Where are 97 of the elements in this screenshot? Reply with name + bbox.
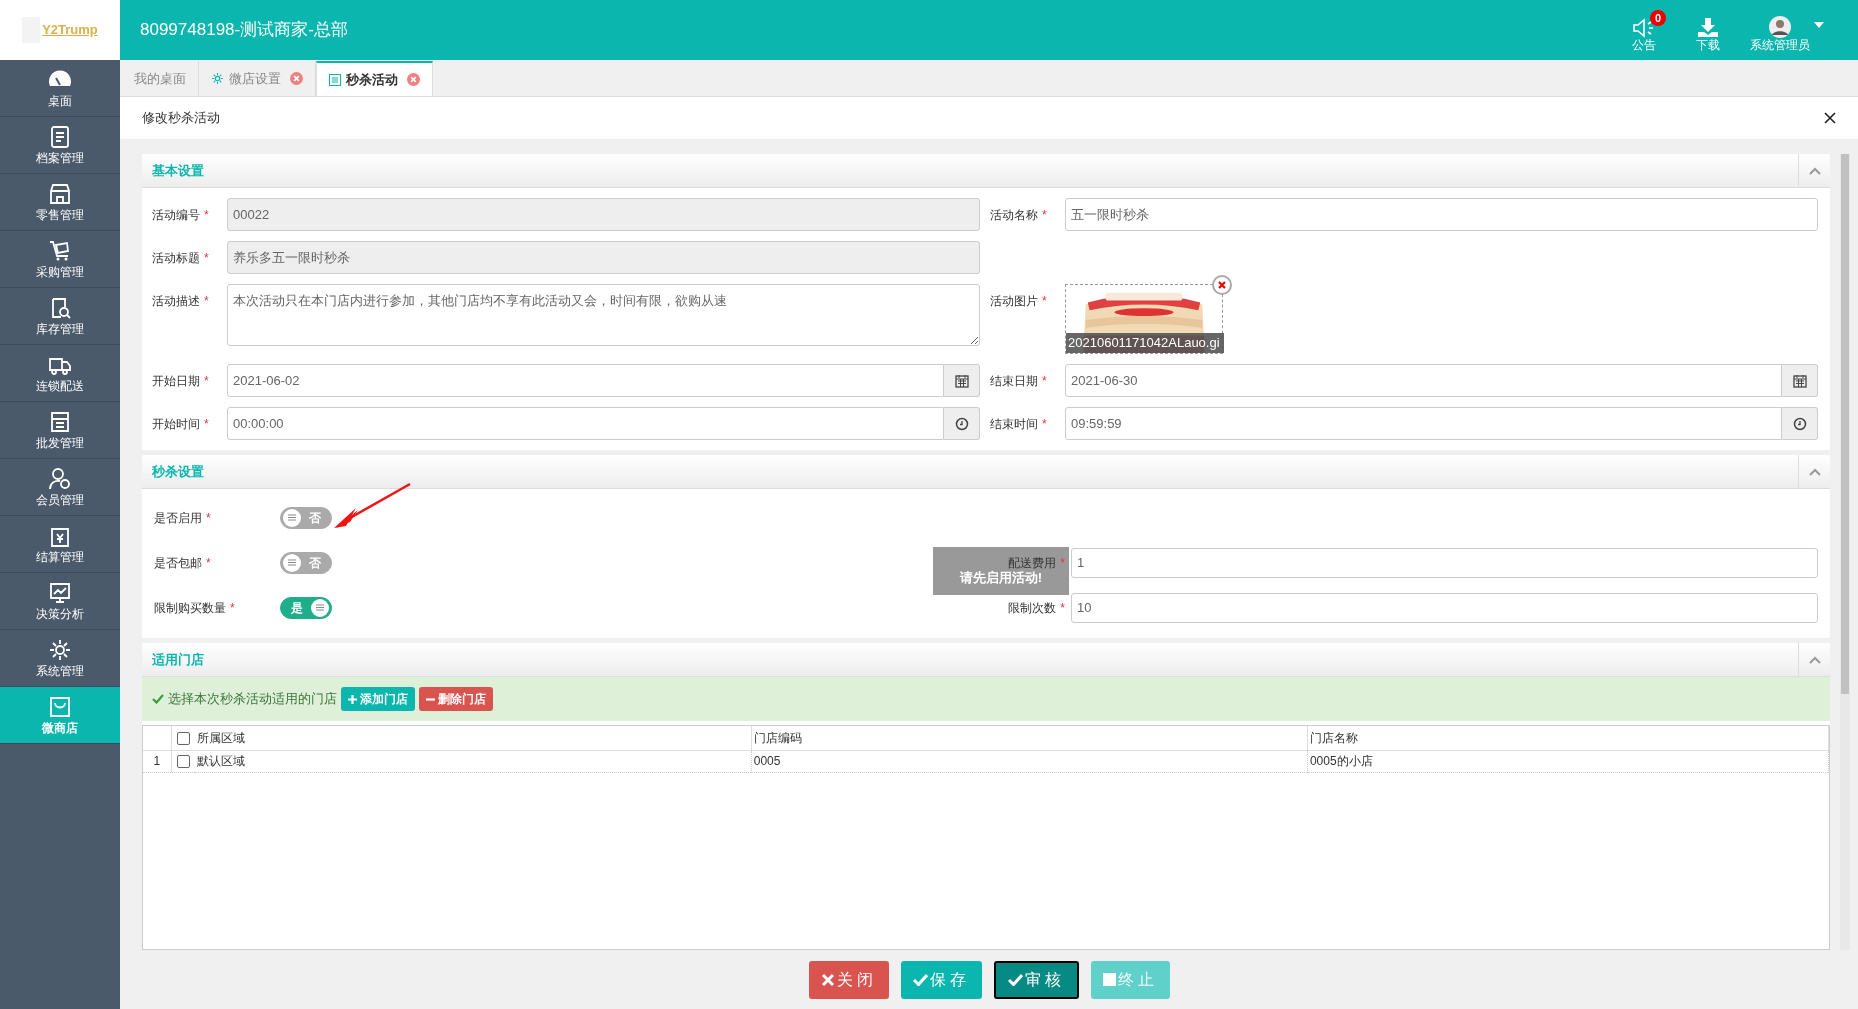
- section-title: 基本设置: [151, 161, 204, 180]
- required-mark: *: [206, 509, 211, 527]
- check-icon: [152, 694, 164, 704]
- field-label: 限制购买数量: [154, 599, 226, 617]
- required-mark: *: [1042, 416, 1047, 433]
- input-field[interactable]: 1: [1071, 547, 1818, 578]
- notice-badge: 0: [1650, 10, 1666, 26]
- calendar-icon: [1792, 373, 1807, 388]
- field-label: 配送费用: [1008, 555, 1057, 571]
- clock-icon: [954, 416, 969, 431]
- logo-text: Y2Trump: [42, 21, 98, 40]
- grip-icon: [288, 559, 296, 566]
- required-mark: *: [204, 416, 209, 433]
- field-label: 限制次数: [1008, 599, 1057, 617]
- remove-icon[interactable]: [1212, 275, 1232, 295]
- field-label: 是否包邮: [154, 554, 202, 572]
- table-cell: 0005的小店: [1307, 750, 1829, 772]
- gear-icon: [211, 72, 224, 85]
- close-icon[interactable]: [1824, 112, 1836, 124]
- tab[interactable]: 秒杀活动: [316, 61, 433, 96]
- field-label: 活动标题: [152, 250, 200, 267]
- field-label: 活动描述: [152, 293, 200, 310]
- speaker-icon: [1632, 18, 1656, 38]
- square-icon: [1102, 973, 1116, 986]
- notice-button[interactable]: 0 公告: [1622, 10, 1666, 52]
- date-field[interactable]: 2021-06-30: [1065, 364, 1782, 397]
- caret-icon: [1814, 22, 1824, 28]
- picker-button[interactable]: [1782, 407, 1818, 440]
- field-label: 活动图片: [990, 293, 1038, 310]
- column-header: 所属区域: [195, 726, 752, 750]
- picker-button[interactable]: [944, 364, 980, 397]
- field-label: 结束时间: [990, 416, 1038, 433]
- clock-icon: [1792, 416, 1807, 431]
- required-mark: *: [1042, 207, 1047, 224]
- footer-button[interactable]: 审核: [993, 960, 1079, 999]
- input-field[interactable]: 10: [1071, 592, 1818, 623]
- time-field[interactable]: 00:00:00: [227, 407, 944, 440]
- collapse-icon[interactable]: [1808, 166, 1821, 175]
- required-mark: *: [204, 293, 209, 310]
- required-mark: *: [1060, 555, 1065, 572]
- required-mark: *: [206, 554, 211, 572]
- list-icon: [329, 73, 341, 86]
- tab[interactable]: 我的桌面: [122, 61, 199, 96]
- download-icon: [1697, 18, 1719, 38]
- scrollbar[interactable]: [1840, 154, 1850, 950]
- field-label: 活动名称: [990, 207, 1038, 224]
- field-label: 活动编号: [152, 207, 200, 224]
- column-header: 门店名称: [1307, 726, 1829, 750]
- required-mark: *: [204, 373, 209, 390]
- plus-icon: [348, 694, 357, 704]
- section-title: 适用门店: [151, 650, 204, 669]
- chart-icon: [48, 581, 72, 605]
- picker-button[interactable]: [1782, 364, 1818, 397]
- required-mark: *: [1060, 599, 1065, 617]
- bag-icon: [48, 695, 72, 719]
- table-cell: 默认区域: [195, 750, 752, 772]
- grip-icon: [288, 514, 296, 521]
- document-icon: [48, 410, 72, 434]
- header-title: 8099748198-测试商家-总部: [140, 19, 348, 42]
- avatar-icon: [1769, 16, 1791, 38]
- section-title: 秒杀设置: [151, 462, 204, 481]
- description-field[interactable]: 本次活动只在本门店内进行参加，其他门店均不享有此活动又会，时间有限，欲购从速: [227, 284, 980, 346]
- table-cell: 0005: [751, 750, 1308, 772]
- shop-icon: [48, 182, 72, 206]
- field-label: 开始时间: [152, 416, 200, 433]
- cart-icon: [48, 239, 72, 263]
- date-field[interactable]: 2021-06-02: [227, 364, 944, 397]
- required-mark: *: [204, 207, 209, 224]
- page-title: 修改秒杀活动: [142, 109, 220, 128]
- document-icon: [48, 125, 72, 149]
- row-number: 1: [143, 750, 171, 772]
- check-icon: [1007, 973, 1023, 986]
- calendar-icon: [954, 373, 969, 388]
- picker-button[interactable]: [944, 407, 980, 440]
- field-label: 是否启用: [154, 509, 202, 527]
- grip-icon: [316, 604, 324, 611]
- user-icon: [48, 467, 72, 491]
- hint-text: 选择本次秒杀活动适用的门店: [168, 690, 337, 709]
- checkbox[interactable]: [176, 755, 190, 769]
- time-field[interactable]: 09:59:59: [1065, 407, 1782, 440]
- close-icon: [820, 972, 835, 987]
- collapse-icon[interactable]: [1808, 467, 1821, 476]
- settings-icon: [48, 638, 72, 662]
- field-label: 开始日期: [152, 373, 200, 390]
- required-mark: *: [230, 599, 235, 617]
- delete-store-button[interactable]: 删除门店: [419, 687, 493, 711]
- column-header: 门店编码: [751, 726, 1308, 750]
- required-mark: *: [204, 250, 209, 267]
- collapse-icon[interactable]: [1808, 655, 1821, 664]
- input-field[interactable]: 五一限时秒杀: [1065, 198, 1818, 231]
- required-mark: *: [1042, 293, 1047, 310]
- check-icon: [912, 973, 928, 986]
- required-mark: *: [1042, 373, 1047, 390]
- checkbox[interactable]: [176, 732, 190, 746]
- file-name: 20210601171042ALauo.gi: [1066, 333, 1224, 353]
- field-label: 结束日期: [990, 373, 1038, 390]
- footer-button[interactable]: 关闭: [808, 960, 889, 999]
